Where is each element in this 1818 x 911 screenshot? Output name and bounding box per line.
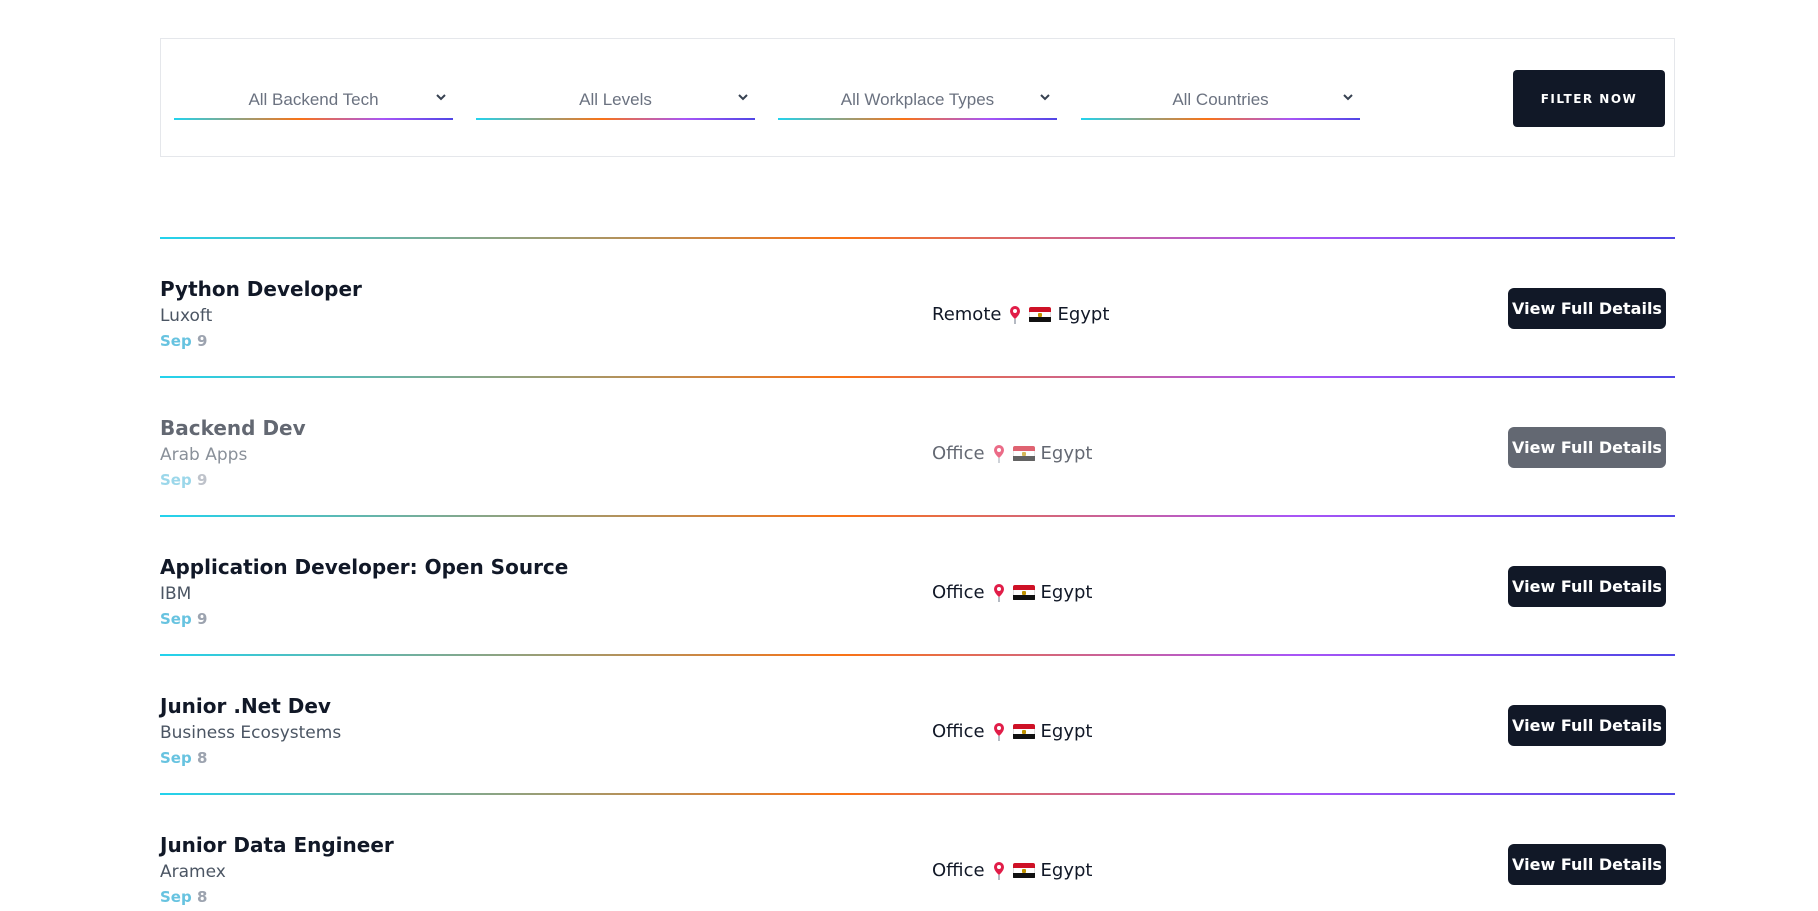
job-title[interactable]: Junior Data Engineer (160, 833, 394, 857)
job-date: Sep 9 (160, 332, 207, 350)
job-country: Egypt (1040, 582, 1093, 603)
job-row: Backend Dev Arab Apps Sep 9 Office Egypt… (160, 377, 1675, 514)
egypt-flag-icon (1012, 445, 1035, 462)
view-details-button[interactable]: View Full Details (1508, 844, 1666, 885)
job-date-month: Sep (160, 610, 192, 628)
chevron-down-icon (436, 94, 446, 101)
levels-select-label: All Levels (579, 89, 652, 109)
job-date: Sep 9 (160, 471, 207, 489)
job-location: Office Egypt (932, 860, 1092, 881)
job-date-month: Sep (160, 888, 192, 906)
filter-now-button[interactable]: FILTER NOW (1513, 70, 1665, 127)
job-title[interactable]: Backend Dev (160, 416, 306, 440)
job-date-day: 9 (196, 471, 208, 489)
job-workplace: Office (932, 860, 985, 881)
job-date-day: 9 (196, 610, 208, 628)
job-workplace: Office (932, 721, 985, 742)
job-date-month: Sep (160, 749, 192, 767)
egypt-flag-icon (1012, 723, 1035, 740)
job-company: IBM (160, 584, 192, 604)
job-date: Sep 8 (160, 749, 207, 767)
job-row: Junior .Net Dev Business Ecosystems Sep … (160, 655, 1675, 792)
job-date-month: Sep (160, 332, 192, 350)
job-location: Office Egypt (932, 582, 1092, 603)
select-underline (778, 118, 1057, 120)
filter-bar: All Backend Tech All Levels All Workplac… (160, 38, 1675, 157)
job-row: Junior Data Engineer Aramex Sep 8 Office… (160, 794, 1675, 911)
select-underline (476, 118, 755, 120)
job-workplace: Office (932, 443, 985, 464)
select-underline (1081, 118, 1360, 120)
egypt-flag-icon (1029, 306, 1052, 323)
job-company: Luxoft (160, 306, 213, 326)
workplace-types-select[interactable]: All Workplace Types (778, 79, 1057, 120)
view-details-button[interactable]: View Full Details (1508, 705, 1666, 746)
job-company: Arab Apps (160, 445, 248, 465)
view-details-button[interactable]: View Full Details (1508, 427, 1666, 468)
job-date-month: Sep (160, 471, 192, 489)
pin-icon (993, 722, 1004, 741)
levels-select[interactable]: All Levels (476, 79, 755, 120)
workplace-types-select-label: All Workplace Types (840, 89, 995, 109)
job-location: Remote Egypt (932, 304, 1109, 325)
pin-icon (993, 583, 1004, 602)
job-row: Application Developer: Open Source IBM S… (160, 516, 1675, 653)
job-location: Office Egypt (932, 721, 1092, 742)
job-country: Egypt (1057, 304, 1110, 325)
chevron-down-icon (738, 94, 748, 101)
job-date-day: 9 (196, 332, 208, 350)
job-company: Aramex (160, 862, 226, 882)
job-title[interactable]: Application Developer: Open Source (160, 555, 568, 579)
backend-tech-select[interactable]: All Backend Tech (174, 79, 453, 120)
chevron-down-icon (1343, 94, 1353, 101)
countries-select[interactable]: All Countries (1081, 79, 1360, 120)
job-location: Office Egypt (932, 443, 1092, 464)
countries-select-label: All Countries (1172, 89, 1269, 109)
job-date: Sep 8 (160, 888, 207, 906)
job-country: Egypt (1040, 443, 1093, 464)
job-date-day: 8 (196, 749, 208, 767)
pin-icon (1010, 305, 1021, 324)
backend-tech-select-label: All Backend Tech (248, 89, 379, 109)
job-country: Egypt (1040, 721, 1093, 742)
job-date-day: 8 (196, 888, 208, 906)
job-workplace: Remote (932, 304, 1002, 325)
select-underline (174, 118, 453, 120)
egypt-flag-icon (1012, 862, 1035, 879)
view-details-button[interactable]: View Full Details (1508, 566, 1666, 607)
view-details-button[interactable]: View Full Details (1508, 288, 1666, 329)
chevron-down-icon (1040, 94, 1050, 101)
pin-icon (993, 444, 1004, 463)
egypt-flag-icon (1012, 584, 1035, 601)
job-workplace: Office (932, 582, 985, 603)
pin-icon (993, 861, 1004, 880)
job-title[interactable]: Junior .Net Dev (160, 694, 331, 718)
job-country: Egypt (1040, 860, 1093, 881)
job-company: Business Ecosystems (160, 723, 342, 743)
job-title[interactable]: Python Developer (160, 277, 362, 301)
job-row: Python Developer Luxoft Sep 9 Remote Egy… (160, 238, 1675, 375)
job-date: Sep 9 (160, 610, 207, 628)
